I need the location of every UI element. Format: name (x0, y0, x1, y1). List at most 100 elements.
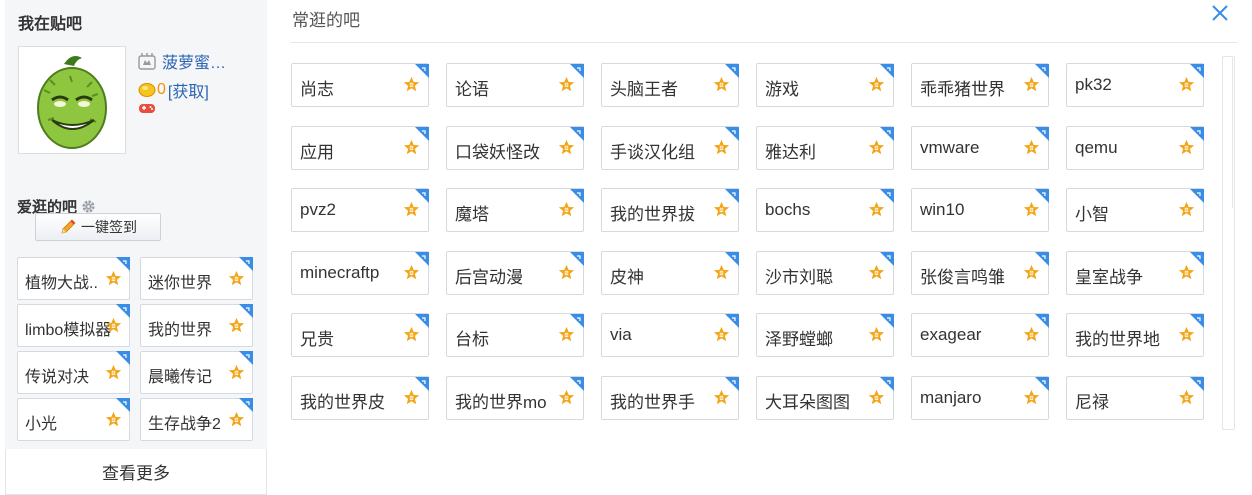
corner-arrow-icon[interactable] (415, 251, 429, 266)
corner-arrow-icon[interactable] (1035, 188, 1049, 203)
forum-tag[interactable]: bochs (756, 188, 894, 232)
corner-arrow-icon[interactable] (880, 251, 894, 266)
forum-tag[interactable]: 小光 (17, 398, 130, 441)
forum-tag[interactable]: 张俊言鸣雏 (911, 250, 1049, 295)
corner-arrow-icon[interactable] (1190, 63, 1204, 78)
corner-arrow-icon[interactable] (1035, 313, 1049, 328)
corner-arrow-icon[interactable] (725, 63, 739, 78)
corner-arrow-icon[interactable] (1190, 251, 1204, 266)
corner-arrow-icon[interactable] (415, 313, 429, 328)
username-link[interactable]: 菠萝蜜… (162, 49, 226, 73)
forum-tag[interactable]: 应用 (291, 125, 429, 170)
forum-tag[interactable]: 我的世界 (140, 304, 253, 347)
corner-arrow-icon[interactable] (880, 188, 894, 203)
forum-tag[interactable]: 植物大战.. (17, 257, 130, 300)
forum-tag[interactable]: 头脑王者 (601, 63, 739, 107)
forum-tag[interactable]: 我的世界地 (1066, 313, 1204, 357)
forum-tag[interactable]: qemu (1066, 125, 1204, 170)
corner-arrow-icon[interactable] (239, 304, 253, 318)
corner-arrow-icon[interactable] (880, 63, 894, 78)
corner-arrow-icon[interactable] (725, 313, 739, 328)
corner-arrow-icon[interactable] (239, 398, 253, 412)
corner-arrow-icon[interactable] (570, 313, 584, 328)
scrollbar[interactable] (1222, 56, 1235, 430)
corner-arrow-icon[interactable] (1190, 188, 1204, 203)
forum-tag[interactable]: 兄贵 (291, 313, 429, 357)
forum-tag[interactable]: 魔塔 (446, 188, 584, 232)
forum-tag[interactable]: 皮神 (601, 250, 739, 295)
corner-arrow-icon[interactable] (570, 63, 584, 78)
forum-tag[interactable]: 尼禄 (1066, 375, 1204, 420)
forum-tag[interactable]: pk32 (1066, 63, 1204, 107)
corner-arrow-icon[interactable] (415, 63, 429, 78)
forum-tag[interactable]: 迷你世界 (140, 257, 253, 300)
level-star-icon (868, 201, 885, 218)
corner-arrow-icon[interactable] (1190, 376, 1204, 391)
corner-arrow-icon[interactable] (880, 313, 894, 328)
corner-arrow-icon[interactable] (415, 188, 429, 203)
corner-arrow-icon[interactable] (116, 257, 130, 271)
forum-tag[interactable]: 大耳朵图图 (756, 375, 894, 420)
scrollbar-thumb[interactable] (1224, 58, 1233, 208)
forum-tag[interactable]: 传说对决 (17, 351, 130, 394)
forum-tag[interactable]: 后宫动漫 (446, 250, 584, 295)
corner-arrow-icon[interactable] (570, 188, 584, 203)
corner-arrow-icon[interactable] (880, 376, 894, 391)
forum-tag[interactable]: 口袋妖怪改 (446, 125, 584, 170)
forum-tag[interactable]: minecraftp (291, 250, 429, 295)
corner-arrow-icon[interactable] (239, 257, 253, 271)
forum-tag[interactable]: win10 (911, 188, 1049, 232)
corner-arrow-icon[interactable] (116, 304, 130, 318)
forum-tag[interactable]: 皇室战争 (1066, 250, 1204, 295)
corner-arrow-icon[interactable] (880, 126, 894, 141)
forum-tag[interactable]: 我的世界手 (601, 375, 739, 420)
forum-tag[interactable]: via (601, 313, 739, 357)
corner-arrow-icon[interactable] (116, 351, 130, 365)
corner-arrow-icon[interactable] (239, 351, 253, 365)
tbean-get-link[interactable]: [获取] (168, 78, 209, 102)
corner-arrow-icon[interactable] (415, 376, 429, 391)
forum-tag[interactable]: 台标 (446, 313, 584, 357)
forum-tag[interactable]: vmware (911, 125, 1049, 170)
forum-tag[interactable]: 乖乖猪世界 (911, 63, 1049, 107)
forum-tag[interactable]: 雅达利 (756, 125, 894, 170)
forum-tag[interactable]: 游戏 (756, 63, 894, 107)
username-row[interactable]: 菠萝蜜… (138, 49, 226, 73)
corner-arrow-icon[interactable] (725, 126, 739, 141)
corner-arrow-icon[interactable] (570, 376, 584, 391)
corner-arrow-icon[interactable] (570, 126, 584, 141)
forum-tag[interactable]: 我的世界拔 (601, 188, 739, 232)
corner-arrow-icon[interactable] (1190, 313, 1204, 328)
corner-arrow-icon[interactable] (725, 251, 739, 266)
corner-arrow-icon[interactable] (570, 251, 584, 266)
forum-tag[interactable]: limbo模拟器 (17, 304, 130, 347)
corner-arrow-icon[interactable] (1035, 63, 1049, 78)
corner-arrow-icon[interactable] (1035, 251, 1049, 266)
avatar[interactable] (18, 46, 126, 154)
forum-tag[interactable]: 论语 (446, 63, 584, 107)
forum-tag[interactable]: 泽野螳螂 (756, 313, 894, 357)
forum-tag[interactable]: 沙市刘聪 (756, 250, 894, 295)
corner-arrow-icon[interactable] (1035, 126, 1049, 141)
corner-arrow-icon[interactable] (1035, 376, 1049, 391)
forum-tag[interactable]: 晨曦传记 (140, 351, 253, 394)
corner-arrow-icon[interactable] (116, 398, 130, 412)
forum-tag[interactable]: 我的世界皮 (291, 375, 429, 420)
corner-arrow-icon[interactable] (1190, 126, 1204, 141)
forum-tag[interactable]: 生存战争2 (140, 398, 253, 441)
close-icon[interactable] (1210, 3, 1230, 23)
one-click-sign-button[interactable]: 一键签到 (35, 213, 161, 241)
forum-tag[interactable]: exagear (911, 313, 1049, 357)
forum-tag[interactable]: 尚志 (291, 63, 429, 107)
forum-tag[interactable]: 手谈汉化组 (601, 125, 739, 170)
corner-arrow-icon[interactable] (725, 376, 739, 391)
corner-arrow-icon[interactable] (415, 126, 429, 141)
forum-tag[interactable]: manjaro (911, 375, 1049, 420)
gamepad-icon[interactable] (138, 102, 156, 115)
forum-tag[interactable]: 小智 (1066, 188, 1204, 232)
corner-arrow-icon[interactable] (725, 188, 739, 203)
view-more-link[interactable]: 查看更多 (5, 449, 267, 495)
forum-tag[interactable]: 我的世界mo (446, 375, 584, 420)
gear-icon[interactable] (81, 199, 96, 214)
forum-tag[interactable]: pvz2 (291, 188, 429, 232)
